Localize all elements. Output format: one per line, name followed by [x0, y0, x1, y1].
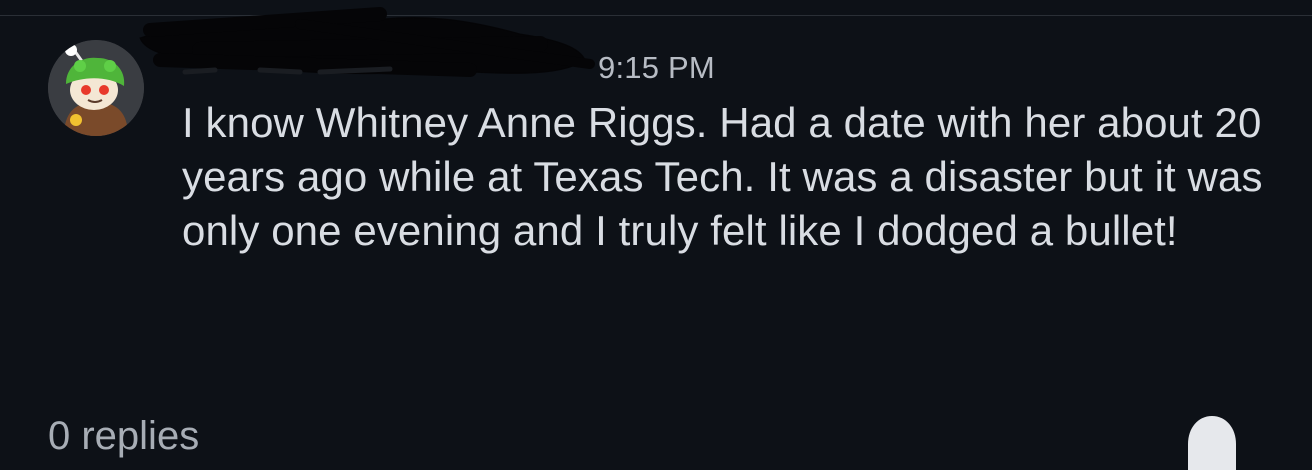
replies-count[interactable]: 0 replies [48, 414, 199, 459]
comment-timestamp: 9:15 PM [598, 50, 715, 85]
ghost-icon[interactable] [1180, 410, 1244, 470]
avatar[interactable] [48, 40, 144, 136]
comment-body: I know Whitney Anne Riggs. Had a date wi… [182, 99, 1263, 254]
top-divider [0, 15, 1312, 16]
snoo-avatar-icon [48, 40, 144, 136]
